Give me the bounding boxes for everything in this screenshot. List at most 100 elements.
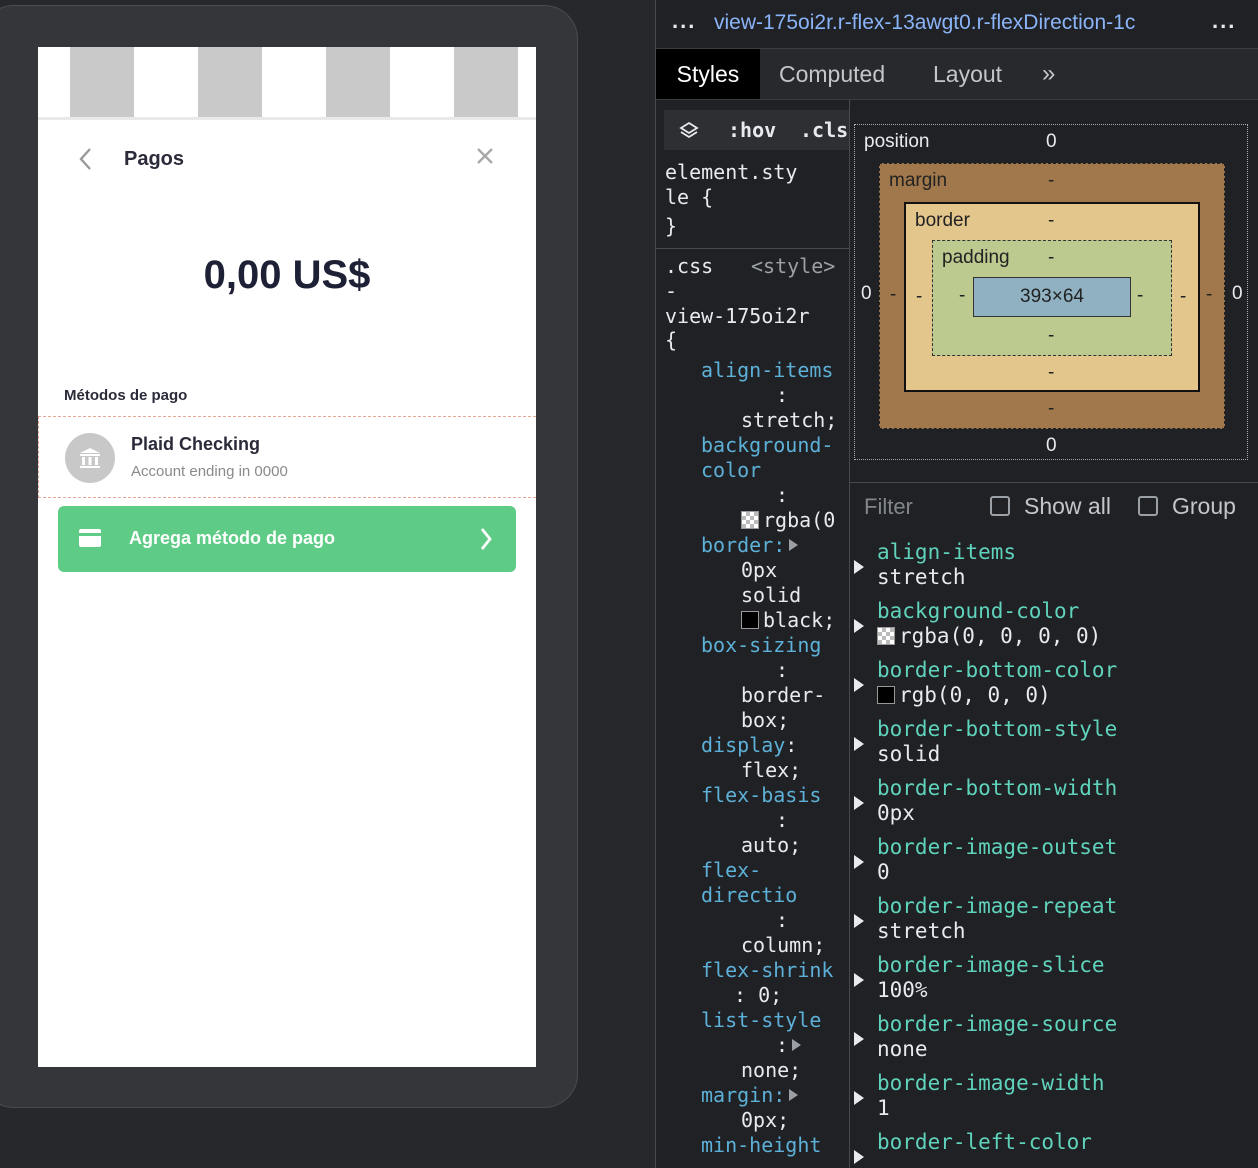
tab-styles[interactable]: Styles [656, 49, 760, 99]
css-property-name[interactable]: display [701, 733, 785, 757]
add-payment-method-button[interactable]: Agrega método de pago [58, 506, 516, 572]
css-property-value[interactable]: rgba(0 [763, 508, 835, 532]
style-declaration-line: flex-basis [701, 783, 821, 808]
css-property-name[interactable]: background- [701, 433, 833, 457]
expand-triangle-icon[interactable] [854, 1091, 864, 1105]
css-property-value[interactable]: stretch; [741, 408, 837, 432]
css-property-value[interactable]: : [776, 658, 788, 682]
computed-property-value: 1 [877, 1096, 890, 1120]
expand-triangle-icon[interactable] [792, 1039, 802, 1051]
color-swatch[interactable] [741, 611, 759, 629]
computed-property-value: solid [877, 742, 940, 766]
css-property-value[interactable]: : [776, 908, 788, 932]
close-icon[interactable] [474, 147, 496, 169]
style-declaration-line: min-height [701, 1133, 821, 1158]
css-property-name[interactable]: margin: [701, 1083, 785, 1107]
computed-property-name: border-image-width [877, 1071, 1105, 1095]
css-property-name[interactable]: flex-shrink [701, 958, 833, 982]
computed-property-row[interactable]: border-image-width 1 [850, 1071, 1258, 1130]
computed-property-value: 0 [877, 860, 890, 884]
css-property-name[interactable]: list-style [701, 1008, 821, 1032]
computed-property-row[interactable]: align-items stretch [850, 540, 1258, 599]
expand-triangle-icon[interactable] [854, 678, 864, 692]
tab-computed[interactable]: Computed [779, 49, 885, 99]
computed-value-text: rgb(0, 0, 0) [899, 683, 1051, 707]
content-size-box[interactable]: 393×64 [973, 277, 1131, 317]
computed-property-value: stretch [877, 565, 966, 589]
css-property-value[interactable]: black; [763, 608, 835, 632]
layers-icon[interactable] [678, 120, 700, 147]
css-property-value[interactable]: : [776, 808, 788, 832]
filter-input[interactable]: Filter [864, 494, 913, 520]
css-property-value[interactable]: 0px [741, 558, 777, 582]
expand-triangle-icon[interactable] [854, 855, 864, 869]
group-checkbox[interactable] [1138, 496, 1158, 516]
css-property-value[interactable]: : [776, 1033, 788, 1057]
expand-triangle-icon[interactable] [854, 560, 864, 574]
expand-triangle-icon[interactable] [854, 1032, 864, 1046]
computed-property-row[interactable]: border-bottom-style solid [850, 717, 1258, 776]
tab-layout[interactable]: Layout [933, 49, 1002, 99]
border-top-value: - [1048, 210, 1055, 231]
rule-source-style[interactable]: <style> [751, 254, 835, 279]
style-declaration-line: 0px [741, 558, 777, 583]
style-declaration-line: : [776, 908, 788, 933]
css-property-value[interactable]: : [785, 733, 797, 757]
color-swatch[interactable] [877, 627, 895, 645]
css-property-value[interactable]: : 0; [734, 983, 782, 1007]
computed-property-row[interactable]: border-bottom-color rgb(0, 0, 0) [850, 658, 1258, 717]
css-property-name[interactable]: box-sizing [701, 633, 821, 657]
expand-triangle-icon[interactable] [854, 796, 864, 810]
color-swatch[interactable] [741, 511, 759, 529]
css-property-value[interactable]: flex; [741, 758, 801, 782]
computed-property-row[interactable]: border-image-slice 100% [850, 953, 1258, 1012]
more-tabs-button[interactable]: » [1042, 49, 1055, 99]
expand-triangle-icon[interactable] [854, 619, 864, 633]
cls-toggle[interactable]: .cls [800, 118, 848, 142]
css-property-value[interactable]: solid [741, 583, 801, 607]
padding-left-value: - [959, 285, 966, 306]
expand-triangle-icon[interactable] [854, 1150, 864, 1164]
computed-property-row[interactable]: border-image-source none [850, 1012, 1258, 1071]
css-property-value[interactable]: border- [741, 683, 825, 707]
rule-source-file[interactable]: .css [665, 254, 713, 279]
computed-property-row[interactable]: border-bottom-width 0px [850, 776, 1258, 835]
breadcrumb-selector[interactable]: view-175oi2r.r-flex-13awgt0.r-flexDirect… [714, 11, 1194, 35]
breadcrumb-overflow-left[interactable]: ... [672, 8, 696, 34]
color-swatch[interactable] [877, 686, 895, 704]
expand-triangle-icon[interactable] [789, 539, 799, 551]
css-property-name[interactable]: flex- [701, 858, 761, 882]
devtools-panel: ... view-175oi2r.r-flex-13awgt0.r-flexDi… [655, 0, 1258, 1168]
expand-triangle-icon[interactable] [854, 914, 864, 928]
css-property-value[interactable]: column; [741, 933, 825, 957]
css-property-name[interactable]: color [701, 458, 761, 482]
expand-triangle-icon[interactable] [854, 737, 864, 751]
rule-dash: - [665, 279, 678, 303]
css-property-value[interactable]: 0px; [741, 1108, 789, 1132]
computed-property-row[interactable]: border-image-outset 0 [850, 835, 1258, 894]
expand-triangle-icon[interactable] [789, 1089, 799, 1101]
css-property-value[interactable]: auto; [741, 833, 801, 857]
css-property-name[interactable]: align-items [701, 358, 833, 382]
position-top-value: 0 [1046, 131, 1057, 152]
breadcrumb-overflow-right[interactable]: ... [1212, 8, 1236, 34]
computed-property-row[interactable]: border-left-color [850, 1130, 1258, 1168]
amount-display: 0,00 US$ [203, 253, 371, 297]
hov-toggle[interactable]: :hov [728, 118, 776, 142]
computed-property-row[interactable]: background-color rgba(0, 0, 0, 0) [850, 599, 1258, 658]
back-chevron-icon[interactable] [78, 147, 98, 173]
css-property-name[interactable]: min-height [701, 1133, 821, 1157]
css-property-value[interactable]: box; [741, 708, 789, 732]
computed-property-value: 100% [877, 978, 928, 1002]
css-property-name[interactable]: border: [701, 533, 785, 557]
payment-method-item[interactable]: Plaid Checking Account ending in 0000 [38, 416, 536, 498]
css-property-name[interactable]: flex-basis [701, 783, 821, 807]
show-all-checkbox[interactable] [990, 496, 1010, 516]
expand-triangle-icon[interactable] [854, 973, 864, 987]
style-declaration-line: directio [701, 883, 797, 908]
css-property-name[interactable]: directio [701, 883, 797, 907]
computed-property-row[interactable]: border-image-repeat stretch [850, 894, 1258, 953]
css-property-value[interactable]: : [776, 383, 788, 407]
css-property-value[interactable]: : [776, 483, 788, 507]
css-property-value[interactable]: none; [741, 1058, 801, 1082]
